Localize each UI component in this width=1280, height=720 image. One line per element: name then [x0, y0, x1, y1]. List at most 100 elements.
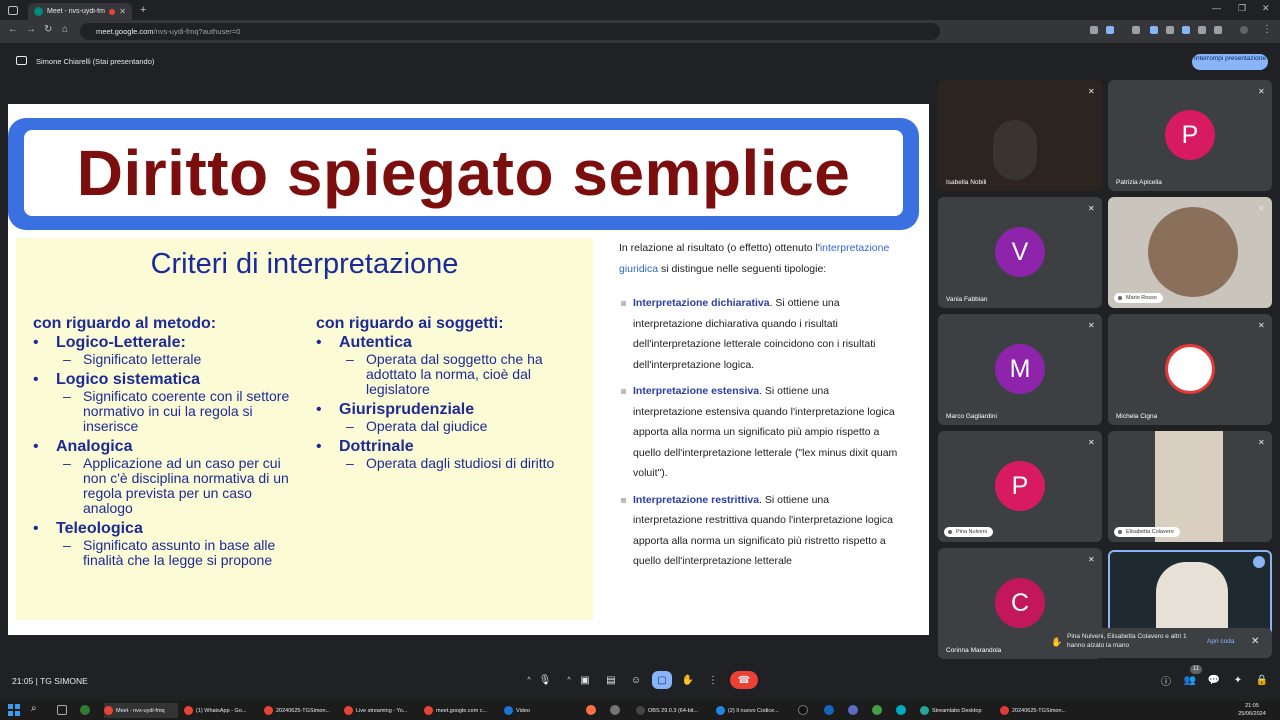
- system-date: 25/06/2024: [1238, 711, 1266, 717]
- activities-icon[interactable]: ✦: [1229, 671, 1247, 689]
- participant-name: Isabella Nobili: [946, 179, 987, 186]
- edge-icon[interactable]: [80, 705, 90, 715]
- menu-dots-icon[interactable]: ⋮: [1262, 24, 1272, 35]
- participant-tile[interactable]: ✕ Mario Rosso: [1108, 197, 1272, 308]
- more-options-icon[interactable]: ⋮: [704, 671, 722, 689]
- extension-icon[interactable]: [1214, 26, 1222, 34]
- streamlabs-icon: [920, 706, 929, 715]
- url-path: /nvs-uydi-fmq?authuser=0: [153, 27, 241, 36]
- wiki-term: Interpretazione estensiva: [633, 385, 760, 397]
- back-icon[interactable]: ←: [8, 24, 18, 35]
- participant-tile[interactable]: M ✕ Marco Gagliardini: [938, 314, 1102, 425]
- reload-icon[interactable]: ↻: [44, 24, 52, 35]
- app-icon[interactable]: [610, 705, 620, 715]
- task-view-icon[interactable]: [57, 705, 67, 715]
- avatar-initial: V: [1011, 237, 1029, 266]
- presenting-label: Simone Chiarelli (Stai presentando): [36, 57, 155, 66]
- windows-start-icon[interactable]: [8, 704, 20, 716]
- taskbar-app-label: (1) WhatsApp - Go...: [196, 707, 247, 714]
- app-icon[interactable]: [824, 705, 834, 715]
- participant-tile[interactable]: ✕ Michela Cigna: [1108, 314, 1272, 425]
- raise-hand-icon[interactable]: ✋: [679, 671, 697, 689]
- extension-icon[interactable]: [1132, 26, 1140, 34]
- taskbar-app[interactable]: 20240625-TGSimon...: [264, 703, 338, 718]
- taskbar-app[interactable]: meet.google.com c...: [424, 703, 498, 718]
- mic-off-icon: ✕: [1088, 555, 1095, 564]
- info-icon[interactable]: ⓘ: [1157, 671, 1175, 689]
- participant-tile[interactable]: P ✕ Patrizia Apicella: [1108, 80, 1272, 191]
- app-icon[interactable]: [872, 705, 882, 715]
- extension-icon[interactable]: [1198, 26, 1206, 34]
- taskbar-app[interactable]: Streamlabs Desktop: [920, 703, 994, 718]
- browser-tab-meet[interactable]: Meet - nvs-uydi-fmq ✕: [28, 3, 132, 20]
- participant-tile[interactable]: ✕ Elisabetta Colavero: [1108, 431, 1272, 542]
- wiki-intro: In relazione al risultato (o effetto) ot…: [619, 238, 899, 279]
- raised-hands-toast: ✋ Pina Nulveni, Elisabetta Colavero e al…: [1043, 628, 1272, 658]
- taskbar-app[interactable]: 20240625-TGSimon...: [1000, 703, 1074, 718]
- camera-icon[interactable]: [1090, 26, 1098, 34]
- close-window-icon[interactable]: ✕: [1262, 3, 1270, 14]
- taskbar-app-label: meet.google.com c...: [436, 707, 488, 714]
- participant-name-chip: Mario Rosso: [1114, 293, 1163, 303]
- list-item-title: Autentica: [316, 333, 586, 352]
- emoji-icon[interactable]: ☺: [627, 671, 645, 689]
- mic-off-icon: ✕: [1088, 204, 1095, 213]
- mic-off-icon: ✕: [1088, 321, 1095, 330]
- mic-off-icon: ✕: [1258, 204, 1265, 213]
- app-icon[interactable]: [896, 705, 906, 715]
- end-call-icon[interactable]: ☎: [730, 671, 758, 689]
- subjects-column: con riguardo ai soggetti: Autentica Oper…: [316, 315, 586, 471]
- extension-icon[interactable]: [1166, 26, 1174, 34]
- participant-name: Corinna Marandola: [946, 647, 1002, 654]
- stop-presenting-button[interactable]: Interrompi presentazione: [1192, 54, 1268, 70]
- system-clock[interactable]: 21:05 25/06/2024: [1228, 702, 1276, 718]
- app-icon[interactable]: [848, 705, 858, 715]
- hand-icon: ✋: [1051, 637, 1063, 647]
- bookmark-star-icon[interactable]: [1106, 26, 1114, 34]
- taskbar-app[interactable]: Live streaming - Yo...: [344, 703, 418, 718]
- new-tab-icon[interactable]: +: [140, 4, 146, 16]
- participant-tile[interactable]: P ✕ Pina Nulveni: [938, 431, 1102, 542]
- mic-off-icon: ✕: [1258, 87, 1265, 96]
- subjects-heading: con riguardo ai soggetti:: [316, 315, 504, 332]
- chrome-icon: [184, 706, 193, 715]
- extension-icon[interactable]: [1150, 26, 1158, 34]
- banner-title: Diritto spiegato semplice: [76, 137, 851, 209]
- list-item-title: Teleologica: [33, 519, 293, 538]
- taskbar-app[interactable]: OBS 29.0.3 (64-bit...: [636, 703, 710, 718]
- participant-tile[interactable]: V ✕ Vania Fabbian: [938, 197, 1102, 308]
- taskbar-app-label: (2) Il nuovo Codice...: [728, 707, 779, 714]
- tab-search-icon[interactable]: [8, 6, 18, 15]
- taskbar-app-label: 20240625-TGSimon...: [276, 707, 331, 714]
- taskbar-app[interactable]: Meet - nvs-uydi-fmq: [104, 703, 178, 718]
- close-tab-icon[interactable]: ✕: [119, 7, 126, 16]
- camera-icon[interactable]: ▣: [576, 671, 594, 689]
- address-bar[interactable]: meet.google.com/nvs-uydi-fmq?authuser=0: [80, 23, 940, 40]
- minimize-icon[interactable]: —: [1212, 3, 1221, 13]
- captions-icon[interactable]: ▤: [602, 671, 620, 689]
- tiktok-icon[interactable]: [798, 705, 808, 715]
- firefox-icon[interactable]: [586, 705, 596, 715]
- taskbar-app[interactable]: (1) WhatsApp - Go...: [184, 703, 258, 718]
- extension-icon[interactable]: [1182, 26, 1190, 34]
- method-heading: con riguardo al metodo:: [33, 315, 217, 332]
- taskbar-app[interactable]: Video: [504, 703, 578, 718]
- search-icon[interactable]: ⌕: [31, 703, 37, 714]
- mic-icon[interactable]: 🎙: [536, 671, 554, 689]
- host-controls-icon[interactable]: 🔒: [1253, 671, 1271, 689]
- home-icon[interactable]: ⌂: [62, 24, 68, 35]
- close-toast-icon[interactable]: ✕: [1251, 636, 1259, 647]
- avatar: P: [1165, 110, 1215, 160]
- profile-avatar-icon[interactable]: [1240, 26, 1248, 34]
- present-screen-icon[interactable]: ▢: [652, 671, 672, 689]
- open-queue-button[interactable]: Apri coda: [1207, 638, 1234, 645]
- participant-tile[interactable]: ✕ Isabella Nobili: [938, 80, 1102, 191]
- video-feed: [1148, 207, 1238, 297]
- forward-icon[interactable]: →: [26, 24, 36, 35]
- maximize-icon[interactable]: ❐: [1238, 3, 1246, 14]
- wiki-intro-text: In relazione al risultato (o effetto) ot…: [619, 242, 820, 254]
- chrome-icon: [104, 706, 113, 715]
- chat-icon[interactable]: 💬: [1205, 671, 1223, 689]
- taskbar-app[interactable]: (2) Il nuovo Codice...: [716, 703, 790, 718]
- taskbar-app-label: 20240625-TGSimon...: [1012, 707, 1067, 714]
